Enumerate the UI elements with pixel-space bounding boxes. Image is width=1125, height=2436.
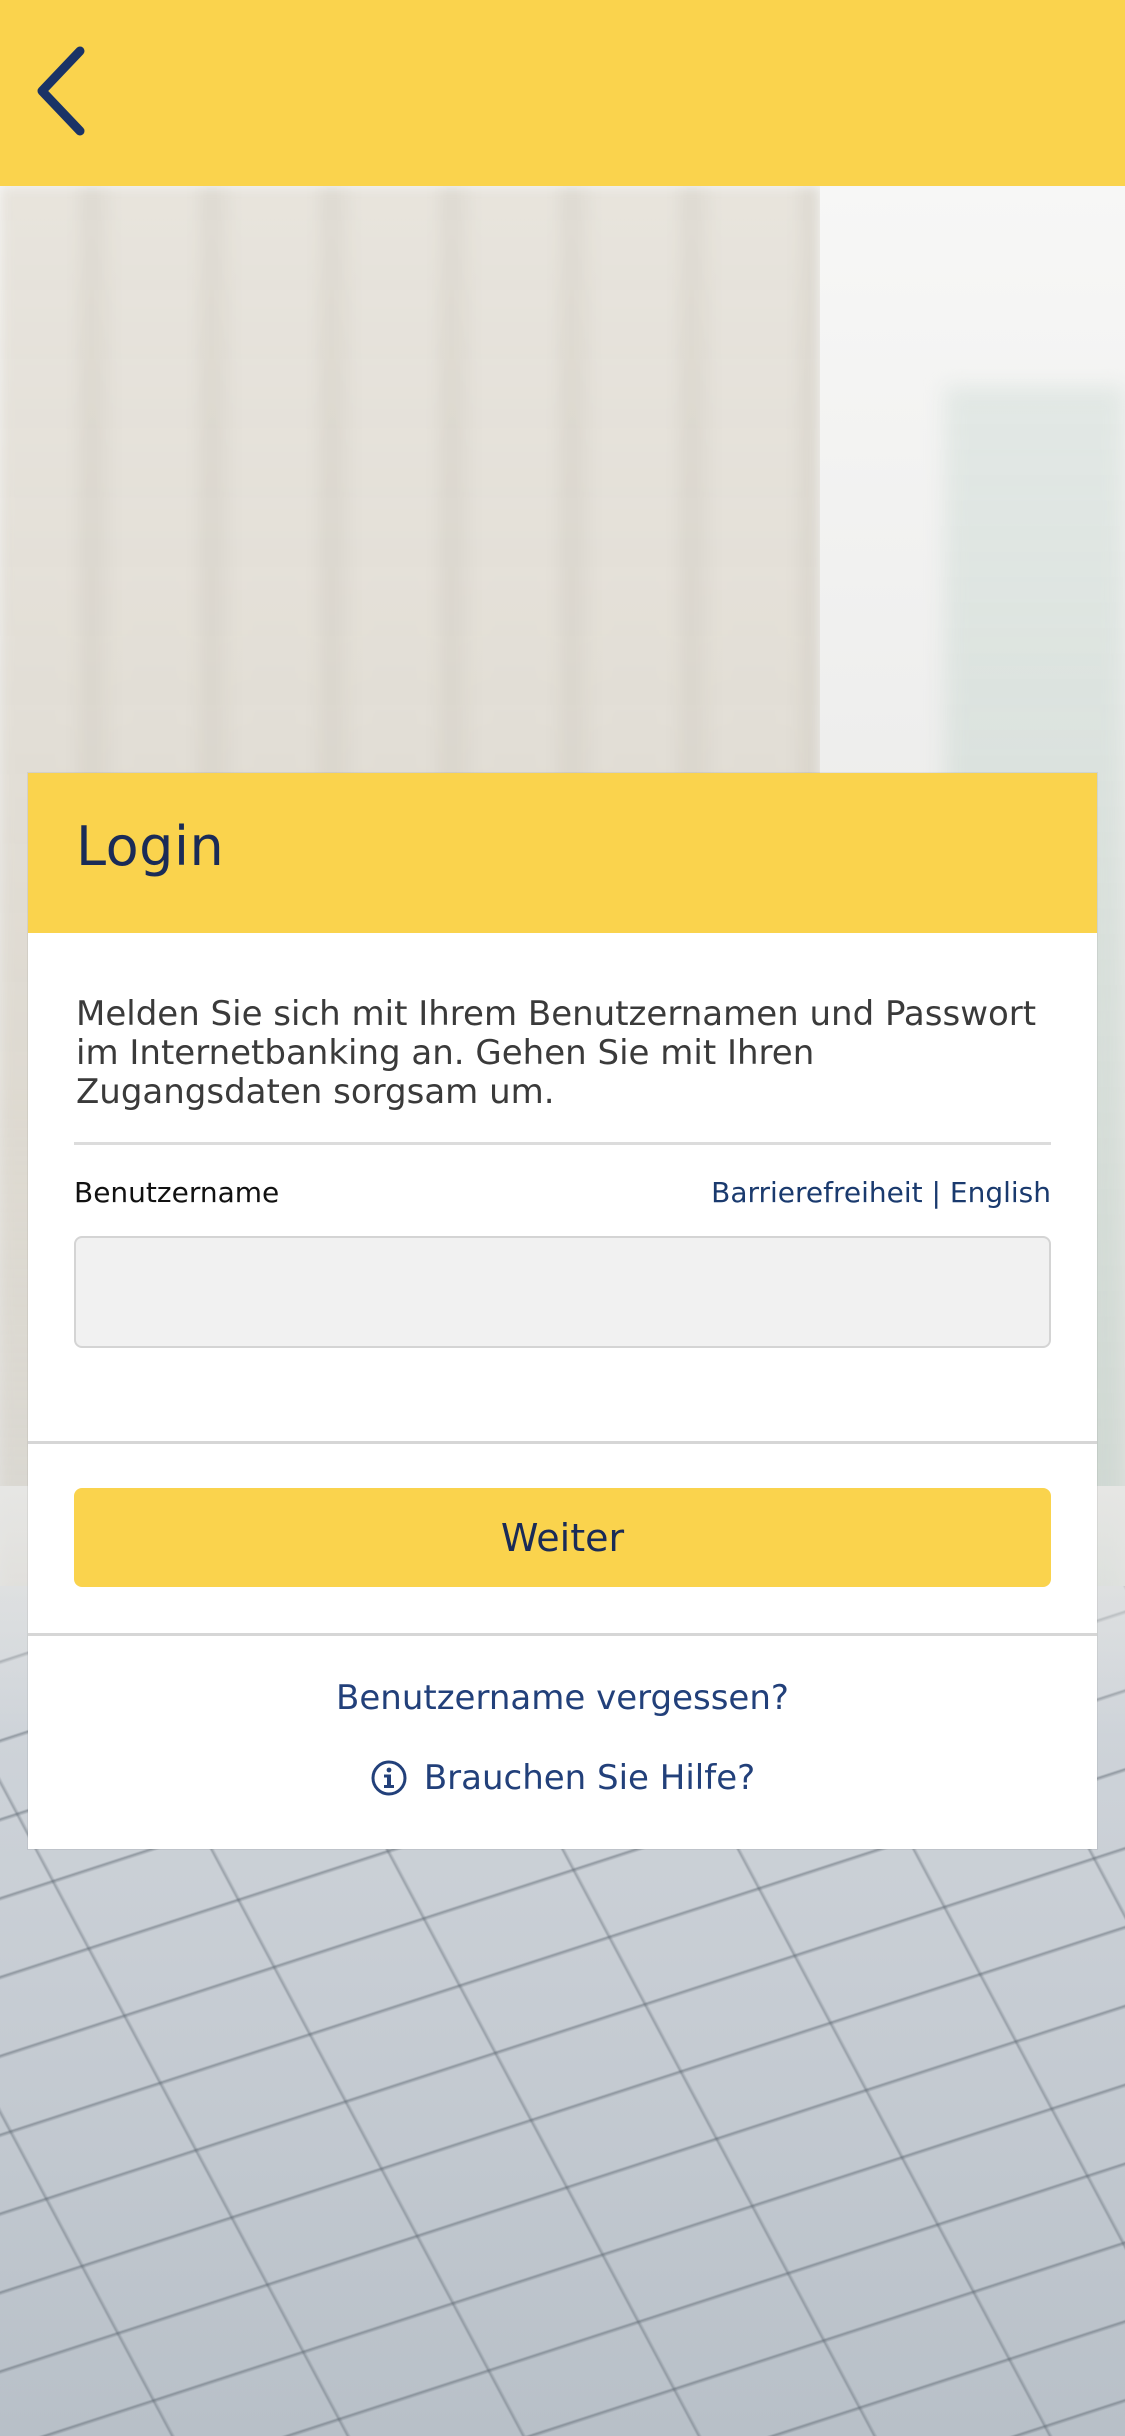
login-title: Login bbox=[76, 815, 225, 878]
divider bbox=[28, 1633, 1097, 1636]
divider bbox=[74, 1142, 1051, 1145]
continue-button[interactable]: Weiter bbox=[74, 1488, 1051, 1587]
link-separator: | bbox=[931, 1176, 941, 1209]
accessibility-link[interactable]: Barrierefreiheit bbox=[711, 1176, 923, 1209]
back-button[interactable] bbox=[22, 36, 102, 146]
login-card-header: Login bbox=[28, 773, 1097, 933]
help-label: Brauchen Sie Hilfe? bbox=[423, 1758, 756, 1798]
username-input[interactable] bbox=[74, 1236, 1051, 1348]
login-card: Login Melden Sie sich mit Ihrem Benutzer… bbox=[28, 773, 1097, 1849]
forgot-username-link[interactable]: Benutzername vergessen? bbox=[28, 1678, 1097, 1718]
login-intro-text: Melden Sie sich mit Ihrem Benutzernamen … bbox=[76, 994, 1037, 1112]
info-icon bbox=[370, 1759, 408, 1797]
top-bar bbox=[0, 0, 1125, 186]
help-link[interactable]: Brauchen Sie Hilfe? bbox=[28, 1758, 1097, 1798]
english-link[interactable]: English bbox=[950, 1176, 1051, 1209]
language-links: Barrierefreiheit | English bbox=[711, 1176, 1051, 1209]
username-label: Benutzername bbox=[74, 1176, 280, 1209]
divider bbox=[28, 1441, 1097, 1444]
chevron-left-icon bbox=[37, 46, 85, 136]
